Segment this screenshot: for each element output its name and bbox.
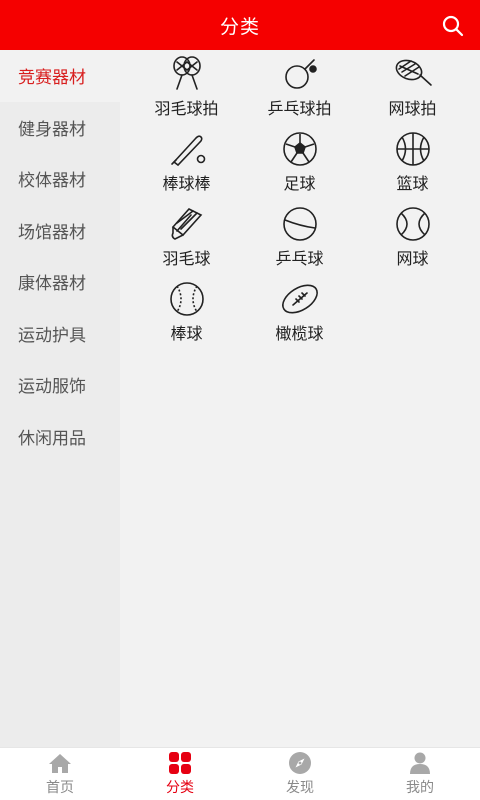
baseball-bat-icon (164, 129, 210, 169)
category-basketball[interactable]: 篮球 (356, 129, 469, 204)
compass-icon (287, 751, 313, 775)
category-tennis-ball[interactable]: 网球 (356, 204, 469, 279)
category-grid-icon (167, 751, 193, 775)
basketball-icon (390, 129, 436, 169)
sidebar-item-label: 场馆器材 (18, 222, 86, 243)
sidebar-item-competition[interactable]: 竞赛器材 (0, 50, 120, 102)
category-label: 乒乓球拍 (267, 99, 332, 118)
category-label: 网球拍 (388, 99, 437, 118)
sidebar-item-label: 休闲用品 (18, 428, 86, 449)
category-grid: 羽毛球拍 乒乓球拍 网球拍 棒球棒 足球 篮球 羽毛球 乒乓球 网球 棒球 橄榄… (120, 50, 480, 354)
category-soccer[interactable]: 足球 (243, 129, 356, 204)
shuttlecock-icon (164, 204, 210, 244)
sidebar-item-venue[interactable]: 场馆器材 (0, 205, 120, 257)
app-header: 分类 (0, 0, 480, 50)
sidebar-item-leisure[interactable]: 休闲用品 (0, 411, 120, 463)
tab-mine[interactable]: 我的 (360, 748, 480, 800)
sidebar-item-label: 运动服饰 (18, 377, 86, 398)
category-pingpong-ball[interactable]: 乒乓球 (243, 204, 356, 279)
tennis-ball-icon (390, 204, 436, 244)
category-content: 羽毛球拍 乒乓球拍 网球拍 棒球棒 足球 篮球 羽毛球 乒乓球 网球 棒球 橄榄… (120, 50, 480, 747)
category-baseball-bat[interactable]: 棒球棒 (130, 129, 243, 204)
category-tennis-racket[interactable]: 网球拍 (356, 54, 469, 129)
pingpong-paddle-icon (277, 54, 323, 94)
sidebar-item-label: 运动护具 (18, 325, 86, 346)
sidebar-item-fitness[interactable]: 健身器材 (0, 102, 120, 154)
category-baseball[interactable]: 棒球 (130, 279, 243, 354)
category-sidebar: 竞赛器材 健身器材 校体器材 场馆器材 康体器材 运动护具 运动服饰 休闲用品 (0, 50, 120, 747)
category-label: 篮球 (396, 174, 429, 193)
tab-label: 首页 (46, 780, 74, 796)
sidebar-item-sportswear[interactable]: 运动服饰 (0, 359, 120, 411)
badminton-racket-icon (164, 54, 210, 94)
tab-home[interactable]: 首页 (0, 748, 120, 800)
bottom-tab-bar: 首页 分类 发现 我的 (0, 747, 480, 800)
tab-label: 发现 (286, 780, 314, 796)
sidebar-item-school[interactable]: 校体器材 (0, 153, 120, 205)
tennis-racket-icon (390, 54, 436, 94)
tab-label: 我的 (406, 780, 434, 796)
sidebar-item-label: 竞赛器材 (18, 68, 86, 89)
pingpong-ball-icon (277, 204, 323, 244)
sidebar-item-rehab[interactable]: 康体器材 (0, 256, 120, 308)
category-label: 棒球棒 (162, 174, 211, 193)
sidebar-item-label: 校体器材 (18, 171, 86, 192)
page-title: 分类 (219, 15, 260, 38)
category-label: 足球 (283, 174, 316, 193)
soccer-ball-icon (277, 129, 323, 169)
category-label: 羽毛球拍 (154, 99, 219, 118)
category-label: 网球 (396, 249, 429, 268)
tab-category[interactable]: 分类 (120, 748, 240, 800)
search-icon[interactable] (440, 13, 466, 39)
rugby-ball-icon (277, 279, 323, 319)
category-badminton-racket[interactable]: 羽毛球拍 (130, 54, 243, 129)
category-rugby[interactable]: 橄榄球 (243, 279, 356, 354)
category-label: 橄榄球 (275, 324, 324, 343)
category-shuttlecock[interactable]: 羽毛球 (130, 204, 243, 279)
tab-label: 分类 (166, 780, 194, 796)
user-icon (407, 751, 433, 775)
sidebar-item-protective-gear[interactable]: 运动护具 (0, 308, 120, 360)
category-label: 羽毛球 (162, 249, 211, 268)
category-label: 乒乓球 (275, 249, 324, 268)
sidebar-item-label: 康体器材 (18, 274, 86, 295)
baseball-icon (164, 279, 210, 319)
category-pingpong-paddle[interactable]: 乒乓球拍 (243, 54, 356, 129)
tab-discover[interactable]: 发现 (240, 748, 360, 800)
sidebar-item-label: 健身器材 (18, 119, 86, 140)
category-label: 棒球 (170, 324, 203, 343)
home-icon (47, 751, 73, 775)
